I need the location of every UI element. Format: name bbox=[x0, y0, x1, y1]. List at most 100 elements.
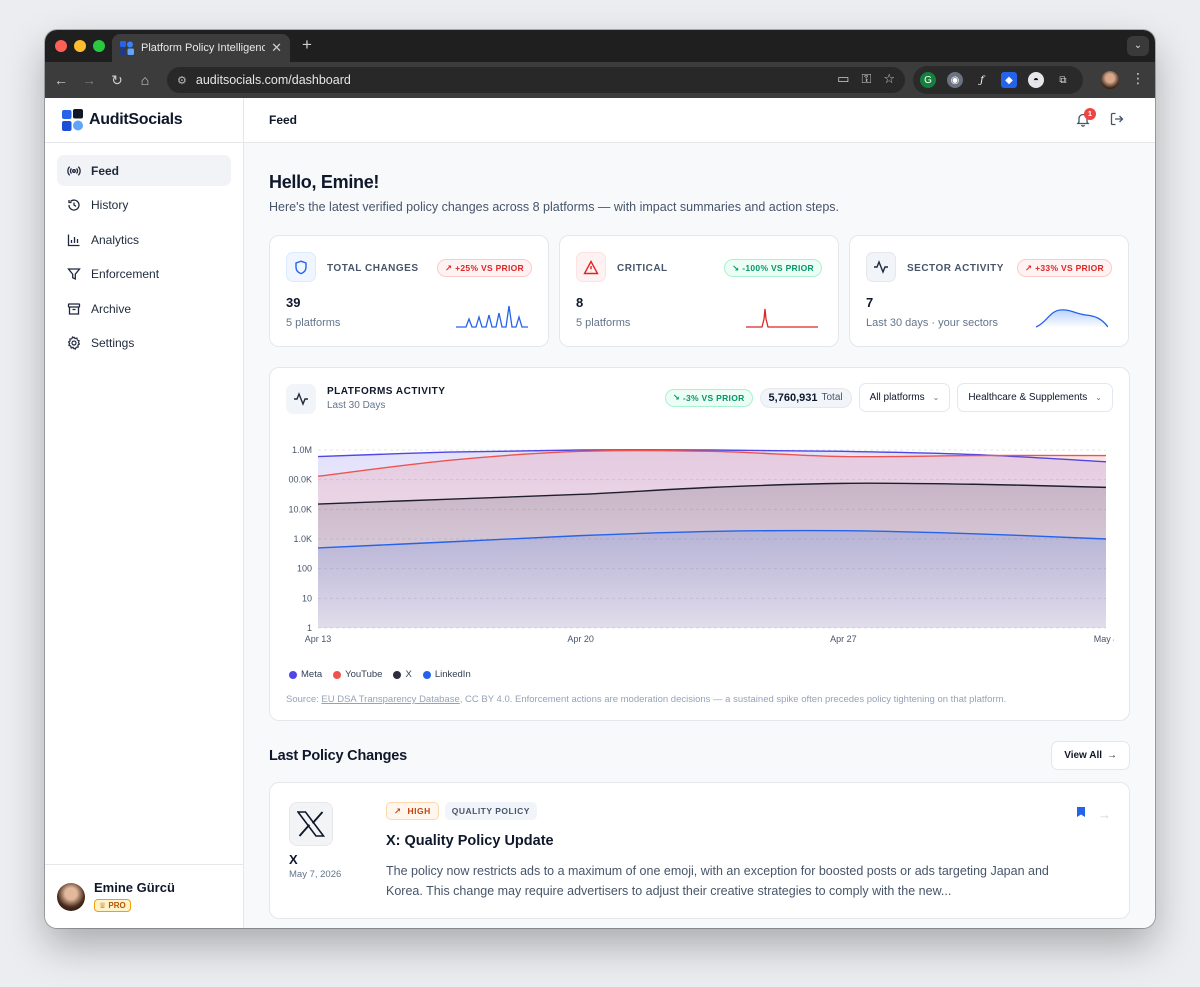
plan-badge: ♕ PRO bbox=[94, 899, 131, 912]
total-label: Total bbox=[821, 392, 843, 403]
stat-cards: TOTAL CHANGES ↗ +25% VS PRIOR 39 5 platf… bbox=[269, 235, 1130, 347]
arrow-right-icon[interactable]: → bbox=[1098, 807, 1111, 822]
disc-extension-icon[interactable]: ◓ bbox=[1028, 72, 1044, 88]
greeting-subtitle: Here's the latest verified policy change… bbox=[269, 200, 839, 214]
policy-date: May 7, 2026 bbox=[289, 869, 342, 880]
legend-dot bbox=[393, 670, 402, 679]
y-tick-label: 100 bbox=[297, 564, 312, 574]
legend-item-x[interactable]: X bbox=[393, 669, 412, 680]
sidebar-item-history[interactable]: History bbox=[57, 190, 231, 221]
source-link[interactable]: EU DSA Transparency Database bbox=[321, 694, 459, 705]
function-extension-icon[interactable]: ƒ bbox=[974, 72, 990, 88]
stat-label: SECTOR ACTIVITY bbox=[907, 263, 1004, 274]
legend-dot bbox=[422, 670, 431, 679]
stat-value: 7 bbox=[866, 295, 874, 310]
sidebar-item-enforcement[interactable]: Enforcement bbox=[57, 259, 231, 290]
platform-select[interactable]: All platforms ⌄ bbox=[858, 383, 951, 412]
sector-select[interactable]: Healthcare & Supplements ⌄ bbox=[957, 383, 1113, 412]
extensions-bar: G ◉ ƒ ◆ ◓ ⧉ bbox=[913, 66, 1083, 94]
bookmark-icon[interactable] bbox=[1076, 805, 1086, 823]
severity-label: HIGH bbox=[407, 806, 431, 816]
stat-card-sector-activity[interactable]: SECTOR ACTIVITY ↗ +33% VS PRIOR 7 Last 3… bbox=[849, 235, 1129, 347]
legend-item-linkedin[interactable]: LinkedIn bbox=[422, 669, 471, 680]
reload-icon[interactable]: ↻ bbox=[103, 72, 131, 89]
avatar bbox=[57, 882, 85, 911]
platforms-activity-card: PLATFORMS ACTIVITY Last 30 Days ↘ -3% VS… bbox=[269, 367, 1130, 721]
sidebar-item-label: Enforcement bbox=[91, 267, 160, 281]
home-icon[interactable]: ⌂ bbox=[131, 72, 159, 88]
notification-count-badge: 1 bbox=[1084, 108, 1096, 120]
dashboard-content: Hello, Emine! Here's the latest verified… bbox=[244, 172, 1155, 919]
forward-icon[interactable]: → bbox=[75, 72, 103, 88]
bookmark-star-icon[interactable]: ☆ bbox=[883, 71, 895, 87]
sidebar-item-feed[interactable]: Feed bbox=[57, 155, 231, 186]
legend-item-youtube[interactable]: YouTube bbox=[333, 669, 382, 680]
policy-actions: → bbox=[1076, 805, 1111, 823]
grammarly-extension-icon[interactable]: G bbox=[920, 72, 936, 88]
camera-extension-icon[interactable]: ◉ bbox=[947, 72, 963, 88]
cast-icon[interactable]: ▭ bbox=[837, 71, 849, 87]
sector-select-value: Healthcare & Supplements bbox=[968, 392, 1088, 403]
close-window-button[interactable] bbox=[55, 40, 67, 52]
browser-menu-icon[interactable]: ⋮ bbox=[1131, 70, 1145, 87]
stat-card-total-changes[interactable]: TOTAL CHANGES ↗ +25% VS PRIOR 39 5 platf… bbox=[269, 235, 549, 347]
sparkline-critical bbox=[746, 308, 818, 328]
x-tick-label: Apr 20 bbox=[567, 634, 594, 644]
puzzle-extensions-icon[interactable]: ⧉ bbox=[1055, 72, 1071, 88]
tab-close-icon[interactable]: ✕ bbox=[271, 40, 282, 56]
sidebar-item-archive[interactable]: Archive bbox=[57, 293, 231, 324]
sidebar-item-label: Settings bbox=[91, 336, 135, 350]
gear-icon bbox=[67, 336, 81, 350]
back-icon[interactable]: ← bbox=[47, 72, 75, 88]
stat-value: 8 bbox=[576, 295, 584, 310]
maximize-window-button[interactable] bbox=[93, 40, 105, 52]
total-chip: 5,760,931 Total bbox=[759, 387, 852, 408]
chart-source-note: Source: EU DSA Transparency Database, CC… bbox=[286, 694, 1006, 705]
chevron-down-icon: ⌄ bbox=[1095, 393, 1102, 402]
platform-select-value: All platforms bbox=[869, 392, 925, 403]
view-all-button[interactable]: View All → bbox=[1051, 741, 1130, 770]
broadcast-icon bbox=[67, 164, 81, 178]
stat-card-critical[interactable]: CRITICAL ↘ -100% VS PRIOR 8 5 platforms bbox=[559, 235, 839, 347]
browser-toolbar: ← → ↻ ⌂ ⚙ auditsocials.com/dashboard ▭ ⚿… bbox=[45, 62, 1155, 98]
tab-search-icon[interactable]: ⌄ bbox=[1127, 36, 1149, 56]
stat-delta-text: +25% VS PRIOR bbox=[455, 263, 524, 273]
legend-label: YouTube bbox=[345, 669, 383, 680]
legend-label: LinkedIn bbox=[434, 669, 471, 680]
brand[interactable]: AuditSocials bbox=[45, 98, 243, 143]
address-bar[interactable]: ⚙ auditsocials.com/dashboard ▭ ⚿ ☆ bbox=[167, 67, 905, 93]
policy-card[interactable]: X May 7, 2026 ↗ HIGH QUALITY POLICY X: Q… bbox=[269, 782, 1130, 919]
minimize-window-button[interactable] bbox=[74, 40, 86, 52]
browser-tab[interactable]: Platform Policy Intelligence — ✕ bbox=[112, 34, 290, 62]
policy-title[interactable]: X: Quality Policy Update bbox=[386, 833, 554, 849]
arrow-right-icon: → bbox=[1107, 750, 1117, 761]
category-badge: QUALITY POLICY bbox=[444, 802, 537, 820]
sidebar-item-analytics[interactable]: Analytics bbox=[57, 224, 231, 255]
profile-avatar-icon[interactable] bbox=[1101, 71, 1119, 89]
sparkline-total-changes bbox=[456, 305, 528, 328]
source-prefix: Source: bbox=[286, 694, 322, 705]
sidebar-item-settings[interactable]: Settings bbox=[57, 328, 231, 359]
tag-extension-icon[interactable]: ◆ bbox=[1001, 72, 1017, 88]
sidebar-nav: Feed History Analytics Enforcement Archi… bbox=[45, 143, 243, 374]
logout-icon[interactable] bbox=[1110, 112, 1124, 131]
y-tick-label: 1 bbox=[307, 623, 312, 633]
tab-title: Platform Policy Intelligence — bbox=[141, 42, 266, 54]
activity-delta-badge: ↘ -3% VS PRIOR bbox=[664, 388, 753, 407]
stat-label: CRITICAL bbox=[617, 263, 668, 274]
sidebar-item-label: Feed bbox=[91, 163, 120, 178]
sidebar: AuditSocials Feed History Analytics Enfo… bbox=[45, 98, 244, 928]
activity-pulse-icon bbox=[866, 252, 896, 282]
site-info-icon[interactable]: ⚙ bbox=[177, 74, 187, 87]
legend-label: X bbox=[405, 669, 412, 680]
stat-delta-badge: ↘ -100% VS PRIOR bbox=[724, 259, 822, 277]
platforms-activity-chart: 1 10 100 1.0K 10.0K 00.0K 1.0M Apr 13 Apr 20 Apr … bbox=[288, 445, 1114, 644]
user-profile[interactable]: Emine Gürcü ♕ PRO bbox=[45, 864, 243, 928]
new-tab-icon[interactable]: + bbox=[302, 35, 312, 55]
legend-item-meta[interactable]: Meta bbox=[289, 669, 322, 680]
x-tick-label: Apr 27 bbox=[830, 634, 857, 644]
password-key-icon[interactable]: ⚿ bbox=[861, 71, 871, 87]
auditsocials-logo-icon bbox=[62, 109, 84, 131]
chart-legend: Meta YouTube X LinkedIn bbox=[289, 669, 471, 680]
stat-delta-text: +33% VS PRIOR bbox=[1035, 263, 1104, 273]
